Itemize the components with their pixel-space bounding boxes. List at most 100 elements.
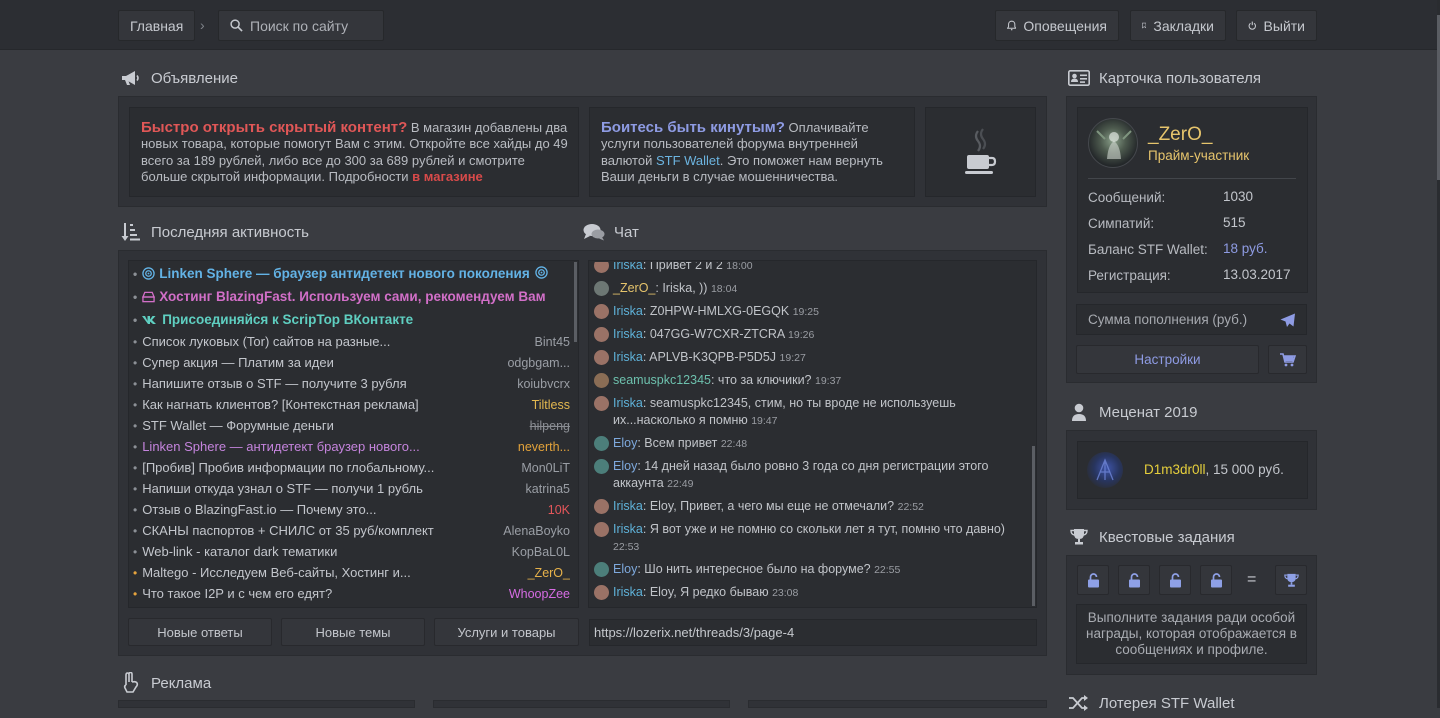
chat-username[interactable]: Iriska	[613, 327, 643, 341]
thread-title-link[interactable]: Супер акция — Платим за идеи	[142, 355, 499, 370]
activity-row[interactable]: • Список луковых (Tor) сайтов на разные..…	[130, 331, 570, 352]
chat-avatar[interactable]	[594, 436, 609, 451]
home-button[interactable]: Главная	[118, 10, 195, 41]
thread-author[interactable]: KopBaL0L	[512, 545, 570, 559]
quest-reward[interactable]	[1275, 565, 1307, 595]
thread-title-link[interactable]: Что такое I2P и с чем его едят?	[142, 586, 501, 601]
pinned-thread[interactable]: • Присоединяйся к ScripTop ВКонтакте	[130, 308, 570, 331]
chat-avatar[interactable]	[594, 499, 609, 514]
notifications-button[interactable]: Оповещения	[995, 10, 1119, 41]
thread-title-link[interactable]: STF Wallet — Форумные деньги	[142, 418, 521, 433]
thread-title-link[interactable]: Maltego - Исследуем Веб-сайты, Хостинг и…	[142, 565, 519, 580]
patron-name[interactable]: D1m3dr0ll	[1144, 462, 1206, 477]
activity-row[interactable]: • СКАНЫ паспортов + СНИЛС от 35 руб/компл…	[130, 520, 570, 541]
chat-username[interactable]: Iriska	[613, 585, 643, 599]
cart-button[interactable]	[1268, 345, 1307, 374]
activity-row[interactable]: • Maltego - Исследуем Веб-сайты, Хостинг …	[130, 562, 570, 583]
chat-avatar[interactable]	[594, 304, 609, 319]
thread-author[interactable]: Mon0LiT	[521, 461, 570, 475]
chat-avatar[interactable]	[594, 262, 609, 273]
quest-lock-1[interactable]	[1077, 565, 1109, 595]
thread-author[interactable]: hilpeng	[530, 419, 570, 433]
thread-author[interactable]: WhoopZee	[509, 587, 570, 601]
thread-author[interactable]: koiubvcrx	[517, 377, 570, 391]
chat-avatar[interactable]	[594, 522, 609, 537]
activity-row[interactable]: • Супер акция — Платим за идеи odgbgam...	[130, 352, 570, 373]
activity-scrollbar[interactable]	[574, 262, 577, 342]
thread-title-link[interactable]: Список луковых (Tor) сайтов на разные...	[142, 334, 526, 349]
chat-username[interactable]: seamuspkc12345	[613, 373, 711, 387]
activity-row[interactable]: • Как нагнать клиентов? [Контекстная рекл…	[130, 394, 570, 415]
settings-button[interactable]: Настройки	[1076, 345, 1259, 374]
stf-wallet-link[interactable]: STF Wallet	[656, 153, 720, 168]
thread-title-link[interactable]: Отзыв о BlazingFast.io — Почему это...	[142, 502, 540, 517]
new-replies-button[interactable]: Новые ответы	[128, 618, 272, 646]
chat-username[interactable]: Iriska	[613, 350, 643, 364]
thread-author[interactable]: _ZerO_	[528, 566, 570, 580]
wallet-balance-value[interactable]: 18 руб.	[1223, 241, 1268, 256]
activity-row[interactable]: • Web-link - каталог dark тематики KopBaL0…	[130, 541, 570, 562]
thread-title-link[interactable]: [Пробив] Пробив информации по глобальном…	[142, 460, 513, 475]
avatar[interactable]	[1088, 118, 1138, 168]
activity-row[interactable]: • Отзыв о BlazingFast.io — Почему это... 1…	[130, 499, 570, 520]
thread-title-link[interactable]: Web-link - каталог dark тематики	[142, 544, 503, 559]
chat-input[interactable]: https://lozerix.net/threads/3/page-4	[589, 619, 1037, 646]
chat-avatar[interactable]	[594, 396, 609, 411]
new-topics-button[interactable]: Новые темы	[281, 618, 425, 646]
patron-avatar[interactable]	[1087, 452, 1123, 488]
bookmarks-button[interactable]: Закладки	[1130, 10, 1226, 41]
thread-title-link[interactable]: Напиши откуда узнал о STF — получи 1 руб…	[142, 481, 517, 496]
chat-scrollbar[interactable]	[1032, 446, 1035, 606]
chat-username[interactable]: Eloy	[613, 562, 637, 576]
ad-slot-2[interactable]	[433, 700, 730, 708]
thread-title-link[interactable]: СКАНЫ паспортов + СНИЛС от 35 руб/компле…	[142, 523, 495, 538]
thread-author[interactable]: AlenaBoyko	[503, 524, 570, 538]
thread-title-link[interactable]: Как нагнать клиентов? [Контекстная рекла…	[142, 397, 523, 412]
chat-avatar[interactable]	[594, 562, 609, 577]
logout-button[interactable]: Выйти	[1236, 10, 1317, 41]
chat-username[interactable]: Iriska	[613, 304, 643, 318]
ad-slot-3[interactable]	[748, 700, 1047, 708]
thread-author[interactable]: Tiltless	[532, 398, 570, 412]
chat-username[interactable]: Eloy	[613, 459, 637, 473]
thread-author[interactable]: 10K	[548, 503, 570, 517]
thread-title-link[interactable]: Напишите отзыв о STF — получите 3 рубля	[142, 376, 509, 391]
paper-plane-icon[interactable]	[1280, 313, 1296, 328]
username[interactable]: _ZerO_	[1148, 124, 1212, 146]
chat-avatar[interactable]	[594, 281, 609, 296]
pinned-thread-title[interactable]: Присоединяйся к ScripTop ВКонтакте	[162, 312, 413, 327]
thread-author[interactable]: odgbgam...	[507, 356, 570, 370]
activity-row[interactable]: • [Пробив] Пробив информации по глобально…	[130, 457, 570, 478]
chat-username[interactable]: Eloy	[613, 436, 637, 450]
pinned-thread[interactable]: • Linken Sphere — браузер антидетект ново…	[130, 262, 570, 285]
thread-author[interactable]: Bint45	[535, 335, 570, 349]
thread-author[interactable]: neverth...	[518, 440, 570, 454]
activity-row[interactable]: • STF Wallet — Форумные деньги hilpeng	[130, 415, 570, 436]
thread-author[interactable]: katrina5	[526, 482, 570, 496]
chat-avatar[interactable]	[594, 327, 609, 342]
quest-lock-2[interactable]	[1118, 565, 1150, 595]
chat-avatar[interactable]	[594, 459, 609, 474]
pinned-thread[interactable]: • Хостинг BlazingFast. Используем сами, р…	[130, 285, 570, 308]
shop-link[interactable]: в магазине	[412, 169, 483, 184]
chat-avatar[interactable]	[594, 373, 609, 388]
ad-slot-1[interactable]	[118, 700, 415, 708]
activity-row[interactable]: • Напиши откуда узнал о STF — получи 1 ру…	[130, 478, 570, 499]
quest-lock-4[interactable]	[1200, 565, 1232, 595]
services-button[interactable]: Услуги и товары	[434, 618, 579, 646]
pinned-thread-title[interactable]: Linken Sphere — браузер антидетект новог…	[159, 266, 530, 281]
search-input[interactable]: Поиск по сайту	[218, 10, 384, 41]
activity-row[interactable]: • Linken Sphere — антидетект браузер ново…	[130, 436, 570, 457]
chat-username[interactable]: Iriska	[613, 396, 643, 410]
chat-username[interactable]: Iriska	[613, 262, 643, 272]
topup-amount-input[interactable]: Сумма пополнения (руб.)	[1076, 304, 1307, 335]
chat-avatar[interactable]	[594, 585, 609, 600]
pinned-thread-title[interactable]: Хостинг BlazingFast. Используем сами, ре…	[159, 289, 545, 304]
activity-row[interactable]: • Напишите отзыв о STF — получите 3 рубля…	[130, 373, 570, 394]
chat-username[interactable]: _ZerO_	[613, 281, 655, 295]
quest-lock-3[interactable]	[1159, 565, 1191, 595]
chat-username[interactable]: Iriska	[613, 522, 643, 536]
activity-row[interactable]: • Что такое I2P и с чем его едят? WhoopZee	[130, 583, 570, 604]
thread-title-link[interactable]: Linken Sphere — антидетект браузер новог…	[142, 439, 510, 454]
chat-avatar[interactable]	[594, 350, 609, 365]
